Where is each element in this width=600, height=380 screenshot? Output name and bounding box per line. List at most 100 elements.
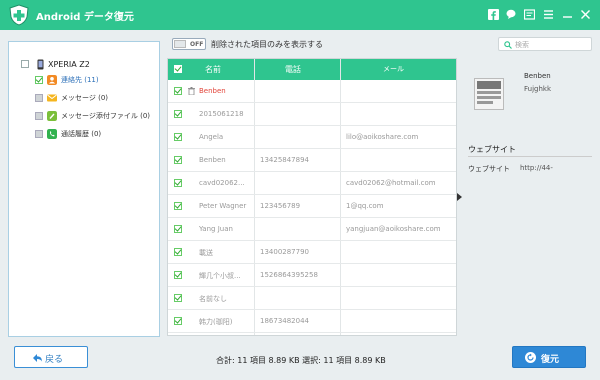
- sidebar-item-label: メッセージ添付ファイル (0): [61, 112, 151, 120]
- toggle-knob: [174, 40, 186, 48]
- search-input[interactable]: 検索: [498, 37, 592, 51]
- cell-phone: 1526864395258: [260, 271, 318, 279]
- table-row[interactable]: Angela lilo@aoikoshare.com: [168, 126, 456, 149]
- table-row[interactable]: 韩力(珈阳) 18673482044: [168, 310, 456, 333]
- back-arrow-icon: [33, 354, 42, 362]
- contacts-icon: [47, 75, 57, 85]
- search-placeholder: 検索: [515, 41, 529, 49]
- contacts-checkbox[interactable]: [35, 76, 43, 84]
- cell-name: 韩力(珈阳): [199, 318, 233, 326]
- table-row[interactable]: Benben: [168, 80, 456, 103]
- detail-field-label: ウェブサイト: [468, 165, 510, 173]
- sidebar-item-calls[interactable]: 通話履歴 (0): [35, 127, 101, 141]
- minimize-icon[interactable]: [562, 9, 573, 20]
- table-row[interactable]: Peter Wagner 123456789 1@qq.com: [168, 195, 456, 218]
- app-title: Android データ復元: [36, 12, 134, 23]
- search-icon: [504, 41, 512, 49]
- back-label: 戻る: [45, 355, 64, 365]
- toggle-description: 削除された項目のみを表示する: [211, 40, 323, 49]
- row-checkbox[interactable]: [174, 87, 182, 95]
- cell-phone: 13425847894: [260, 156, 309, 164]
- cell-name: cavd02062...: [199, 179, 245, 187]
- device-name: XPERIA Z2: [48, 59, 90, 69]
- cell-phone: 13400287790: [260, 248, 309, 256]
- device-row[interactable]: XPERIA Z2: [21, 57, 90, 71]
- chat-icon[interactable]: [506, 9, 517, 20]
- cell-name: 載送: [199, 249, 213, 257]
- attachment-icon: [47, 111, 57, 121]
- selection-summary: 合計: 11 項目 8.89 KB 選択: 11 項目 8.89 KB: [216, 356, 386, 365]
- sidebar-item-label: 連絡先 (11): [61, 76, 99, 84]
- phone-icon: [37, 59, 44, 69]
- calls-checkbox[interactable]: [35, 130, 43, 138]
- row-checkbox[interactable]: [174, 271, 182, 279]
- deleted-only-toggle[interactable]: OFF: [172, 38, 206, 50]
- close-icon[interactable]: [580, 9, 591, 20]
- messages-checkbox[interactable]: [35, 94, 43, 102]
- cell-email: cavd02062@hotmail.com: [346, 179, 436, 187]
- detail-section-title: ウェブサイト: [468, 145, 516, 154]
- restore-label: 復元: [541, 355, 560, 365]
- detail-company: Fujghkk: [524, 85, 552, 93]
- detail-name: Benben: [524, 72, 551, 80]
- row-checkbox[interactable]: [174, 294, 182, 302]
- cell-email: lilo@aoikoshare.com: [346, 133, 419, 141]
- sidebar-item-label: 通話履歴 (0): [61, 130, 102, 138]
- app-logo-icon: [9, 4, 29, 26]
- table-row[interactable]: 輝几个小叔... 1526864395258: [168, 264, 456, 287]
- cell-name: Benben: [199, 156, 226, 164]
- table-header: 名前 電話 メール: [168, 59, 456, 80]
- message-icon: [47, 94, 57, 102]
- table-row[interactable]: Benben 13425847894: [168, 149, 456, 172]
- row-checkbox[interactable]: [174, 110, 182, 118]
- select-all-checkbox[interactable]: [174, 65, 182, 73]
- cell-name: 輝几个小叔...: [199, 272, 241, 280]
- table-row[interactable]: 2015061218: [168, 103, 456, 126]
- header-email[interactable]: メール: [383, 64, 404, 74]
- row-checkbox[interactable]: [174, 179, 182, 187]
- call-icon: [47, 129, 57, 139]
- row-checkbox[interactable]: [174, 248, 182, 256]
- cell-name: 名前なし: [199, 295, 227, 303]
- row-checkbox[interactable]: [174, 317, 182, 325]
- sidebar-item-contacts[interactable]: 連絡先 (11): [35, 73, 99, 87]
- cell-name: Peter Wagner: [199, 202, 247, 210]
- row-checkbox[interactable]: [174, 202, 182, 210]
- cell-phone: 18673482044: [260, 317, 309, 325]
- cell-email: 1@qq.com: [346, 202, 384, 210]
- back-button[interactable]: 戻る: [14, 346, 88, 368]
- contact-photo-icon: [474, 78, 504, 110]
- device-checkbox[interactable]: [21, 60, 29, 68]
- row-checkbox[interactable]: [174, 225, 182, 233]
- trash-icon: [188, 87, 195, 95]
- restore-button[interactable]: 復元: [512, 346, 586, 368]
- row-checkbox[interactable]: [174, 133, 182, 141]
- toggle-state-label: OFF: [190, 41, 204, 48]
- cell-name: Benben: [199, 87, 226, 95]
- facebook-icon[interactable]: [488, 9, 499, 20]
- sidebar-item-messages[interactable]: メッセージ (0): [35, 91, 108, 105]
- detail-field-value: http://44-: [520, 164, 553, 172]
- header-phone[interactable]: 電話: [285, 64, 301, 75]
- menu-icon[interactable]: [543, 9, 554, 20]
- table-row[interactable]: 名前なし: [168, 287, 456, 310]
- table-row[interactable]: 載送 13400287790: [168, 241, 456, 264]
- contacts-table: 名前 電話 メール Benben 2015061218 Angela lilo@…: [167, 58, 457, 336]
- cell-name: 2015061218: [199, 110, 244, 118]
- sidebar-item-label: メッセージ (0): [61, 94, 109, 102]
- cell-email: yangjuan@aoikoshare.com: [346, 225, 441, 233]
- title-bar: Android データ復元: [0, 0, 600, 30]
- detail-divider: [468, 156, 592, 157]
- table-row[interactable]: Yang Juan yangjuan@aoikoshare.com: [168, 218, 456, 241]
- restore-icon: [525, 352, 536, 363]
- cell-phone: 123456789: [260, 202, 301, 210]
- header-name[interactable]: 名前: [205, 64, 221, 75]
- attachments-checkbox[interactable]: [35, 112, 43, 120]
- feedback-icon[interactable]: [524, 9, 535, 20]
- row-checkbox[interactable]: [174, 156, 182, 164]
- detail-panel: Benben Fujghkk ウェブサイト ウェブサイト http://44-: [462, 58, 592, 336]
- category-sidebar: XPERIA Z2 連絡先 (11) メッセージ (0) メッセージ添付ファイル…: [8, 41, 160, 337]
- table-row[interactable]: cavd02062... cavd02062@hotmail.com: [168, 172, 456, 195]
- cell-name: Angela: [199, 133, 224, 141]
- sidebar-item-attachments[interactable]: メッセージ添付ファイル (0): [35, 109, 150, 123]
